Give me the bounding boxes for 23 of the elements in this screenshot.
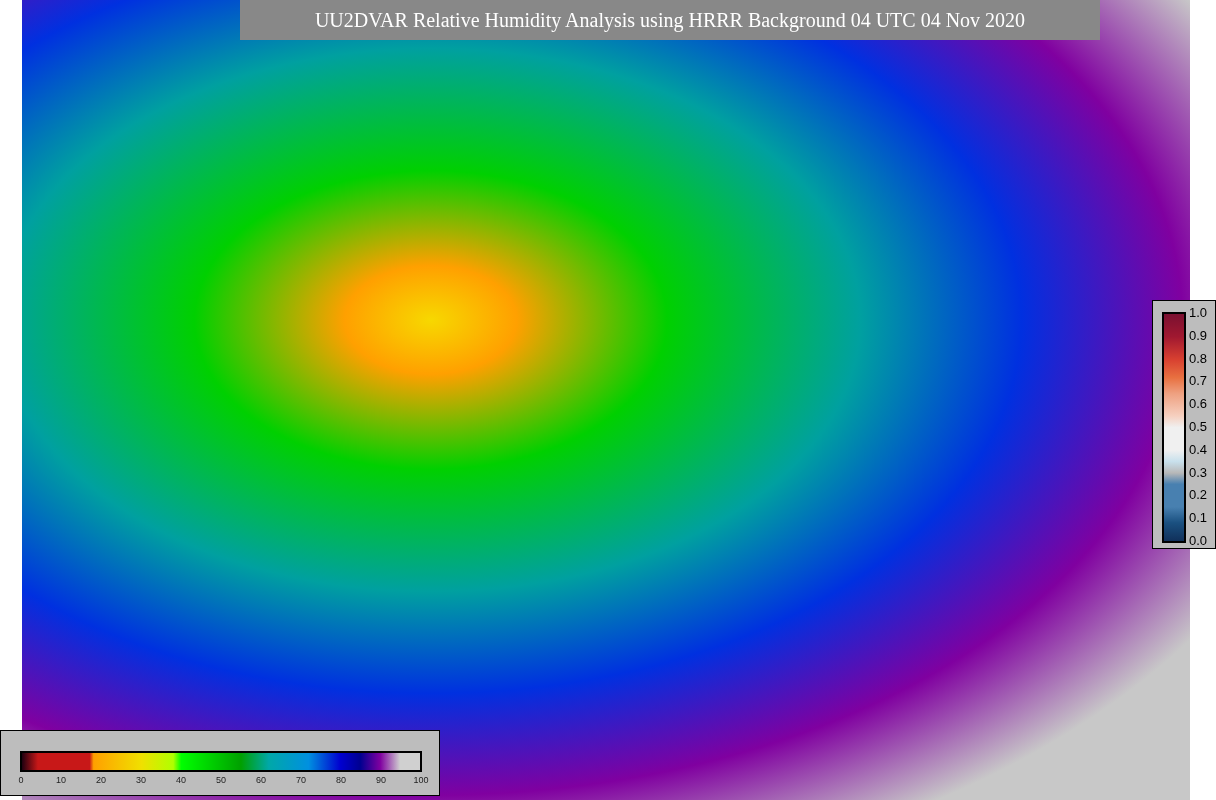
map-title: UU2DVAR Relative Humidity Analysis using HRRR Background 04 UTC 04 Nov 2020 (240, 0, 1100, 40)
colorbar-tick-label: 50 (216, 774, 226, 787)
colorbar-tick-label: 0.3 (1189, 465, 1208, 480)
colorbar-tick-label: 0.7 (1189, 374, 1208, 389)
colorbar-tick-label: 30 (136, 774, 146, 787)
colorbar-tick-label: 0.2 (1189, 488, 1208, 503)
colorbar-tick-label: 0 (18, 774, 24, 787)
colorbar-tick-label: 10 (56, 774, 66, 787)
colorbar-tick-label: 0.6 (1189, 397, 1208, 412)
colorbar-tick-label: 1.0 (1189, 306, 1208, 320)
colorbar-tick-label: 80 (336, 774, 346, 787)
colorbar-tick-label: 0.1 (1189, 511, 1208, 526)
colorbar-tick-label: 0.5 (1189, 420, 1208, 434)
colorbar-tick-label: 100 (413, 774, 429, 787)
colorbar-tick-label: 60 (256, 774, 266, 787)
colorbar-tick-label: 20 (96, 774, 106, 787)
colorbar-tick-label: 0.8 (1189, 351, 1208, 366)
colorbar-tick-label: 0.4 (1189, 442, 1208, 457)
colorbar-tick-label: 40 (176, 774, 186, 787)
colorbar-tick-label: 0.0 (1189, 534, 1208, 548)
colorbar-tick-label: 70 (296, 774, 306, 787)
colorbar-tick-label: 90 (376, 774, 386, 787)
colorbar-tick-label: 0.9 (1189, 328, 1208, 343)
